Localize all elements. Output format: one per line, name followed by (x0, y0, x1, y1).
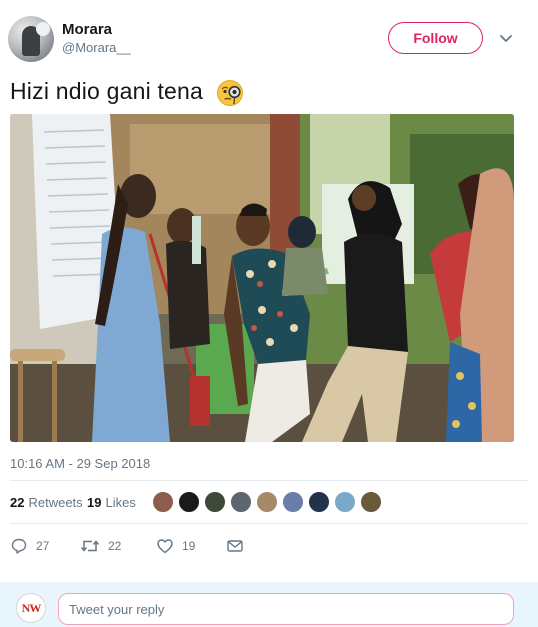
divider (10, 480, 528, 481)
tweet-body: Hizi ndio gani tena (10, 78, 204, 104)
reply-icon (11, 538, 27, 554)
user-handle[interactable]: @Morara__ (62, 39, 131, 57)
current-user-avatar[interactable]: NW (16, 593, 46, 623)
retweets-count: 22 (10, 495, 25, 510)
likes-stat[interactable]: 19 Likes (87, 495, 136, 510)
avatar-initials: NW (21, 600, 42, 615)
reply-action[interactable]: 27 (10, 536, 49, 556)
heart-icon (157, 539, 173, 554)
likes-count: 19 (87, 495, 102, 510)
reply-count: 27 (36, 539, 50, 553)
chevron-down-icon[interactable] (496, 28, 516, 48)
liker-avatar[interactable] (334, 491, 356, 513)
liker-avatar[interactable] (204, 491, 226, 513)
liker-avatar[interactable] (256, 491, 278, 513)
face-with-monocle-icon (216, 79, 243, 106)
reply-bar: NW (0, 582, 538, 627)
retweets-stat[interactable]: 22 Retweets (10, 495, 83, 510)
retweet-action[interactable]: 22 (80, 536, 121, 556)
liker-avatar[interactable] (230, 491, 252, 513)
tweet-actions: 27 22 19 (10, 536, 528, 556)
retweet-icon (80, 540, 100, 552)
tweet-photo[interactable] (10, 114, 514, 442)
liker-avatar[interactable] (308, 491, 330, 513)
likes-label: Likes (105, 495, 136, 510)
reply-input[interactable] (58, 593, 514, 625)
liker-avatar[interactable] (360, 491, 382, 513)
tweet-timestamp[interactable]: 10:16 AM - 29 Sep 2018 (10, 456, 150, 471)
user-names: Morara @Morara__ (62, 21, 131, 57)
tweet-stats: 22 Retweets 19 Likes (10, 490, 528, 516)
user-avatar[interactable] (8, 16, 54, 62)
tweet-header: Morara @Morara__ Follow (8, 16, 528, 64)
liker-avatar[interactable] (152, 491, 174, 513)
like-action[interactable]: 19 (156, 536, 195, 556)
divider (10, 523, 528, 524)
tweet-text: Hizi ndio gani tena (10, 76, 244, 107)
message-action[interactable] (226, 536, 244, 556)
tweet-card: Morara @Morara__ Follow Hizi ndio gani t… (0, 0, 538, 582)
display-name[interactable]: Morara (62, 21, 131, 39)
follow-button[interactable]: Follow (388, 22, 483, 54)
liker-avatar[interactable] (282, 491, 304, 513)
retweet-count: 22 (108, 539, 122, 553)
retweets-label: Retweets (28, 495, 83, 510)
liker-avatar[interactable] (178, 491, 200, 513)
photo-scene (10, 114, 514, 442)
like-count: 19 (182, 539, 196, 553)
envelope-icon (227, 540, 243, 552)
